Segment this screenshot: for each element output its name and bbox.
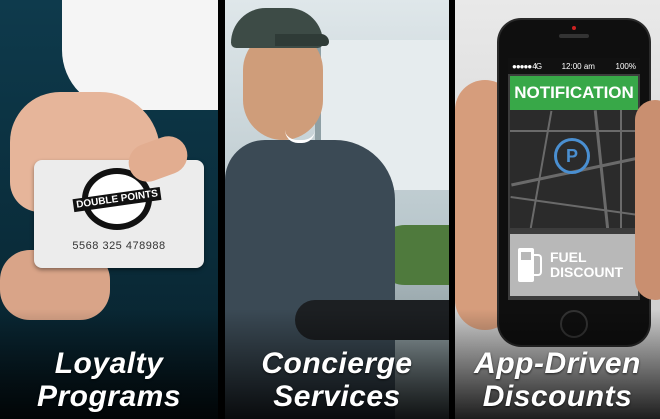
caption-app-driven-discounts: App-Driven Discounts <box>455 347 660 413</box>
caption-line-2: Programs <box>36 380 182 413</box>
seal-text: DOUBLE POINTS <box>72 186 162 212</box>
speaker-icon <box>559 34 589 38</box>
fuel-line-2: DISCOUNT <box>550 264 624 280</box>
caption-concierge-services: Concierge Services <box>225 347 449 413</box>
loyalty-card: DOUBLE POINTS 5568 325 478988 <box>34 160 204 268</box>
parking-pin-icon[interactable]: P <box>554 138 590 174</box>
fuel-pump-icon <box>518 248 542 282</box>
battery-indicator: 100% <box>615 61 636 71</box>
smartphone: ●●●●● 4G 12:00 am 100% NOTIFICATION P FU… <box>499 20 649 345</box>
map-view[interactable]: P <box>510 110 638 228</box>
fuel-discount-banner[interactable]: FUEL DISCOUNT <box>510 234 638 296</box>
caption-line-1: Concierge <box>261 347 413 380</box>
right-thumb <box>635 100 660 300</box>
signal-indicator: ●●●●● 4G <box>512 61 542 71</box>
caption-line-1: App-Driven <box>474 347 641 380</box>
caption-line-1: Loyalty <box>54 347 164 380</box>
clock: 12:00 am <box>561 61 595 71</box>
caption-loyalty-programs: Loyalty Programs <box>0 347 218 413</box>
triptych: DOUBLE POINTS 5568 325 478988 Loyalty Pr… <box>0 0 660 419</box>
card-number: 5568 325 478988 <box>72 240 166 252</box>
camera-icon <box>572 26 576 30</box>
panel-loyalty-programs: DOUBLE POINTS 5568 325 478988 Loyalty Pr… <box>0 0 218 419</box>
caption-line-2: Discounts <box>482 380 633 413</box>
phone-screen: ●●●●● 4G 12:00 am 100% NOTIFICATION P FU… <box>508 58 640 300</box>
notification-banner[interactable]: NOTIFICATION <box>510 76 638 110</box>
caption-line-2: Services <box>273 380 401 413</box>
fuel-discount-label: FUEL DISCOUNT <box>550 250 623 280</box>
panel-app-driven-discounts: ●●●●● 4G 12:00 am 100% NOTIFICATION P FU… <box>455 0 660 419</box>
status-bar: ●●●●● 4G 12:00 am 100% <box>508 58 640 74</box>
cap-brim <box>275 34 329 46</box>
fuel-line-1: FUEL <box>550 249 587 265</box>
panel-concierge-services: Concierge Services <box>225 0 449 419</box>
